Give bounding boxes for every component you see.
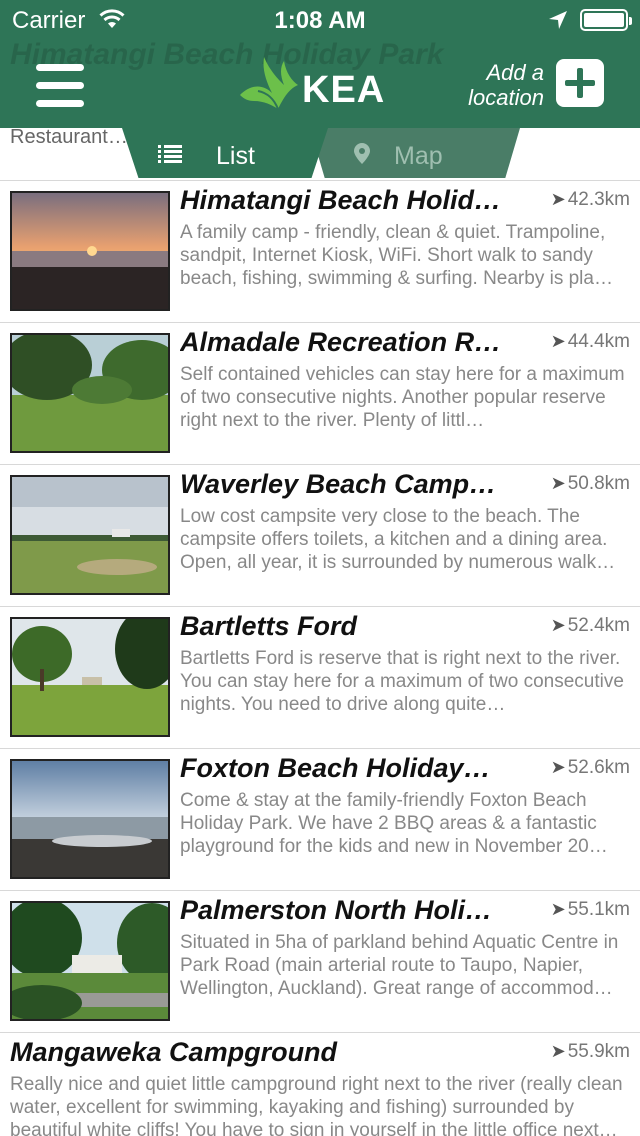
list-item[interactable]: Waverley Beach Camp… ➤ 50.8km Low cost ca… [0,464,640,606]
direction-arrow-icon: ➤ [550,189,566,209]
add-location-button[interactable] [556,59,604,107]
place-description: A family camp - friendly, clean & quiet.… [180,222,613,289]
battery-icon [580,9,632,31]
place-title: Foxton Beach Holiday… [180,753,491,783]
direction-arrow-icon: ➤ [550,615,566,635]
thumbnail-image [10,759,170,879]
location-arrow-icon [549,11,567,29]
place-title: Himatangi Beach Holid… [180,185,502,215]
map-pin-icon [354,143,370,164]
kea-logo: KEA [238,55,388,113]
view-switcher: Restaurant… Map List [0,128,640,180]
place-title: Almadale Recreation R… [180,327,502,357]
distance-label: ➤ 50.8km [550,473,630,494]
direction-arrow-icon: ➤ [550,757,566,777]
direction-arrow-icon: ➤ [550,899,566,919]
direction-arrow-icon: ➤ [550,473,566,493]
add-location-label[interactable]: Add a location [440,60,544,110]
distance-label: ➤ 55.1km [550,899,630,920]
place-title: Bartletts Ford [180,611,358,641]
hamburger-menu-icon[interactable] [36,64,84,108]
place-description: Bartletts Ford is reserve that is right … [180,648,624,715]
list-item[interactable]: Almadale Recreation R… ➤ 44.4km Self cont… [0,322,640,464]
direction-arrow-icon: ➤ [550,331,566,351]
list-item[interactable]: Foxton Beach Holiday… ➤ 52.6km Come & sta… [0,748,640,890]
distance-label: ➤ 55.9km [550,1041,630,1062]
tab-map[interactable]: Map [310,128,520,178]
list-item[interactable]: Bartletts Ford ➤ 52.4km Bartletts Ford is… [0,606,640,748]
thumbnail-image [10,617,170,737]
place-title: Waverley Beach Camp… [180,469,497,499]
place-title: Mangaweka Campground [10,1037,338,1067]
list-icon [158,145,182,163]
status-bar: Carrier 1:08 AM [0,0,640,40]
place-description: Really nice and quiet little campground … [10,1074,623,1136]
distance-label: ➤ 44.4km [550,331,630,352]
distance-label: ➤ 52.6km [550,757,630,778]
tab-list-label: List [216,142,255,170]
ghost-snippet: Restaurant… [10,128,128,148]
list-item[interactable]: Mangaweka Campground ➤ 55.9km Really nice… [0,1032,640,1136]
places-list[interactable]: Himatangi Beach Holid… ➤ 42.3km A family … [0,180,640,1136]
thumbnail-image [10,333,170,453]
place-description: Situated in 5ha of parkland behind Aquat… [180,932,619,999]
list-item[interactable]: Palmerston North Holi… ➤ 55.1km Situated … [0,890,640,1032]
nav-bar: Himatangi Beach Holiday Park Carrier 1:0… [0,0,640,128]
thumbnail-image [10,191,170,311]
tab-map-label: Map [394,142,443,170]
place-title: Palmerston North Holi… [180,895,493,925]
logo-text: KEA [302,69,386,111]
distance-label: ➤ 42.3km [550,189,630,210]
direction-arrow-icon: ➤ [550,1041,566,1061]
thumbnail-image [10,901,170,1021]
clock: 1:08 AM [274,7,366,34]
list-item[interactable]: Himatangi Beach Holid… ➤ 42.3km A family … [0,180,640,322]
distance-label: ➤ 52.4km [550,615,630,636]
place-description: Self contained vehicles can stay here fo… [180,364,625,431]
kea-bird-icon [240,57,298,110]
tab-list[interactable]: List [122,128,328,178]
thumbnail-image [10,475,170,595]
place-description: Low cost campsite very close to the beac… [180,506,616,573]
place-description: Come & stay at the family-friendly Foxto… [180,790,608,857]
